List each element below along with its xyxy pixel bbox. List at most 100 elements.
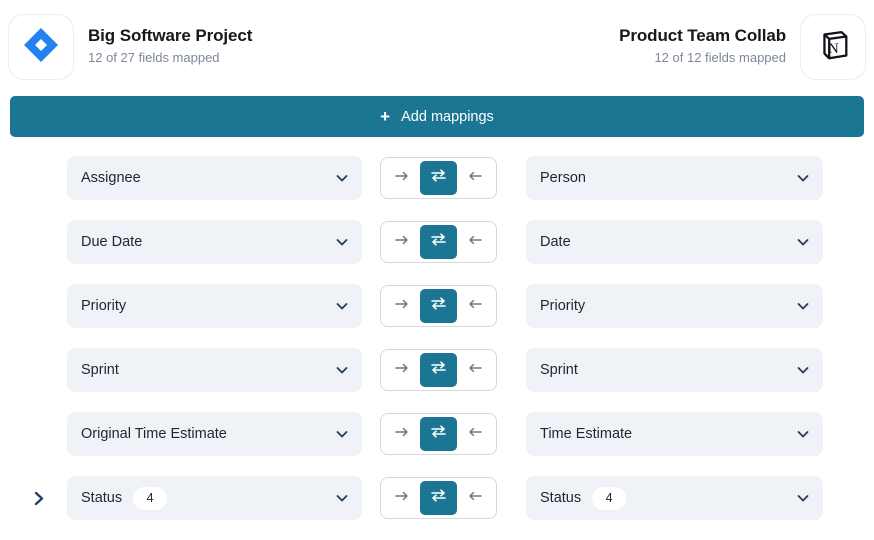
direction-option-to-source[interactable] (457, 417, 493, 451)
direction-option-to-target[interactable] (384, 225, 420, 259)
left-field-label: Due Date (81, 234, 143, 250)
left-field-label: Sprint (81, 362, 119, 378)
arrow-right-icon (394, 425, 410, 444)
left-field-label: Assignee (81, 170, 141, 186)
chevron-down-icon[interactable] (796, 299, 810, 313)
arrow-left-icon (467, 169, 483, 188)
left-field-value-count-badge: 4 (133, 486, 168, 510)
direction-option-bidirectional[interactable] (420, 225, 457, 259)
right-field-select[interactable]: Date (526, 220, 823, 264)
direction-toggle-group (380, 221, 497, 263)
direction-option-bidirectional[interactable] (420, 417, 457, 451)
right-field-label: Time Estimate (540, 426, 633, 442)
source-app-title: Big Software Project (88, 26, 253, 45)
direction-toggle-group (380, 477, 497, 519)
mapping-row: Status 4 Status 4 (0, 476, 874, 520)
swap-horizontal-icon (430, 360, 447, 380)
direction-option-bidirectional[interactable] (420, 481, 457, 515)
chevron-down-icon[interactable] (335, 299, 349, 313)
direction-option-to-source[interactable] (457, 161, 493, 195)
right-field-label: Person (540, 170, 586, 186)
swap-horizontal-icon (430, 424, 447, 444)
chevron-down-icon[interactable] (796, 363, 810, 377)
mapping-rows-list: Assignee Person Due Date Date Priority Priori… (0, 156, 874, 540)
header: Big Software Project 12 of 27 fields map… (0, 0, 874, 88)
target-app-title: Product Team Collab (619, 26, 786, 45)
left-field-label: Priority (81, 298, 127, 314)
mapping-row: Priority Priority (0, 284, 874, 328)
target-app-block: N Product Team Collab 12 of 12 fields ma… (619, 14, 866, 80)
chevron-down-icon[interactable] (335, 171, 349, 185)
swap-horizontal-icon (430, 296, 447, 316)
chevron-right-icon[interactable] (28, 487, 50, 509)
direction-toggle-group (380, 413, 497, 455)
right-field-select[interactable]: Person (526, 156, 823, 200)
direction-toggle-group (380, 349, 497, 391)
left-field-select[interactable]: Assignee (67, 156, 362, 200)
arrow-right-icon (394, 489, 410, 508)
direction-option-to-source[interactable] (457, 289, 493, 323)
chevron-down-icon[interactable] (796, 491, 810, 505)
arrow-right-icon (394, 297, 410, 316)
arrow-left-icon (467, 489, 483, 508)
target-app-text: Product Team Collab 12 of 12 fields mapp… (619, 14, 786, 68)
jira-logo-tile (8, 14, 74, 80)
left-field-select[interactable]: Priority (67, 284, 362, 328)
arrow-left-icon (467, 297, 483, 316)
notion-logo-tile: N (800, 14, 866, 80)
swap-horizontal-icon (430, 488, 447, 508)
chevron-down-icon[interactable] (335, 427, 349, 441)
jira-logo-icon (22, 26, 60, 69)
arrow-right-icon (394, 169, 410, 188)
left-field-select[interactable]: Sprint (67, 348, 362, 392)
left-field-select[interactable]: Due Date (67, 220, 362, 264)
direction-option-to-target[interactable] (384, 417, 420, 451)
direction-option-bidirectional[interactable] (420, 289, 457, 323)
left-field-label: Original Time Estimate (81, 426, 227, 442)
direction-option-to-source[interactable] (457, 225, 493, 259)
swap-horizontal-icon (430, 168, 447, 188)
direction-option-bidirectional[interactable] (420, 353, 457, 387)
right-field-label: Sprint (540, 362, 578, 378)
source-app-text: Big Software Project 12 of 27 fields map… (88, 14, 252, 68)
arrow-right-icon (394, 361, 410, 380)
source-fields-mapped-status: 12 of 27 fields mapped (88, 50, 220, 65)
right-field-select[interactable]: Status 4 (526, 476, 823, 520)
direction-option-to-target[interactable] (384, 161, 420, 195)
chevron-down-icon[interactable] (796, 427, 810, 441)
add-mappings-label: Add mappings (401, 108, 494, 125)
direction-option-to-target[interactable] (384, 481, 420, 515)
source-app-block: Big Software Project 12 of 27 fields map… (8, 14, 252, 80)
arrow-left-icon (467, 361, 483, 380)
arrow-left-icon (467, 233, 483, 252)
notion-logo-icon: N (814, 26, 852, 69)
chevron-down-icon[interactable] (335, 235, 349, 249)
add-mappings-button[interactable]: + Add mappings (10, 96, 864, 137)
direction-option-to-target[interactable] (384, 289, 420, 323)
right-field-select[interactable]: Priority (526, 284, 823, 328)
right-field-label: Date (540, 234, 571, 250)
svg-text:N: N (828, 41, 839, 57)
direction-option-to-target[interactable] (384, 353, 420, 387)
chevron-down-icon[interactable] (796, 235, 810, 249)
right-field-label: Status (540, 490, 582, 506)
right-field-select[interactable]: Sprint (526, 348, 823, 392)
chevron-down-icon[interactable] (335, 363, 349, 377)
left-field-select[interactable]: Original Time Estimate (67, 412, 362, 456)
arrow-left-icon (467, 425, 483, 444)
plus-icon: + (380, 106, 391, 126)
chevron-down-icon[interactable] (335, 491, 349, 505)
mapping-row: Sprint Sprint (0, 348, 874, 392)
mapping-row: Original Time Estimate Time Estimate (0, 412, 874, 456)
chevron-down-icon[interactable] (796, 171, 810, 185)
right-field-select[interactable]: Time Estimate (526, 412, 823, 456)
swap-horizontal-icon (430, 232, 447, 252)
direction-toggle-group (380, 157, 497, 199)
direction-toggle-group (380, 285, 497, 327)
direction-option-to-source[interactable] (457, 353, 493, 387)
direction-option-bidirectional[interactable] (420, 161, 457, 195)
direction-option-to-source[interactable] (457, 481, 493, 515)
left-field-select[interactable]: Status 4 (67, 476, 362, 520)
mapping-row: Due Date Date (0, 220, 874, 264)
right-field-value-count-badge: 4 (592, 486, 627, 510)
